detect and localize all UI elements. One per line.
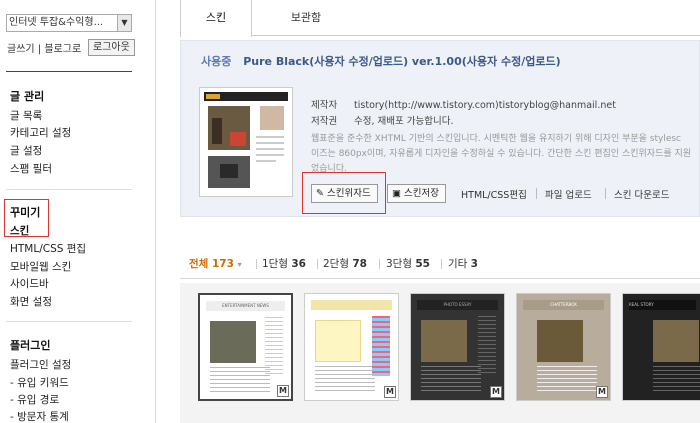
- sidebar-item-inflow-path[interactable]: - 유입 경로: [10, 392, 59, 407]
- skin-gallery: ENTERTAINMENT NEWS M M PHOTO ESSAY M CHA…: [180, 283, 700, 423]
- maker-value: tistory(http://www.tistory.com)tistorybl…: [354, 100, 616, 111]
- skin-thumbnail[interactable]: PHOTO ESSAY M: [410, 293, 505, 401]
- filter-etc[interactable]: 기타 3: [448, 256, 478, 271]
- mobile-badge-icon: M: [596, 386, 608, 398]
- divider: [536, 188, 537, 199]
- write-link[interactable]: 글쓰기: [7, 44, 35, 55]
- blog-select-value: 인터넷 투잡&수익형...: [9, 17, 104, 28]
- copyright-info: 저작권 수정, 재배포 가능합니다.: [311, 113, 454, 127]
- tab-bar: 스킨 보관함: [180, 0, 700, 37]
- sidebar-item-skin[interactable]: 스킨: [10, 223, 29, 238]
- divider: [6, 71, 132, 72]
- section-title-plugin: 플러그인: [10, 339, 51, 352]
- divider: [379, 259, 380, 269]
- maker-label: 제작자: [311, 100, 338, 111]
- status-badge: 사용중: [201, 55, 232, 68]
- mobile-badge-icon: M: [384, 386, 396, 398]
- divider: [180, 278, 700, 279]
- tab-skin[interactable]: 스킨: [180, 0, 252, 37]
- sidebar-item-post-list[interactable]: 글 목록: [10, 108, 42, 123]
- blog-select[interactable]: 인터넷 투잡&수익형... ▼: [6, 14, 132, 32]
- sidebar-item-spam-filter[interactable]: 스팸 필터: [10, 161, 52, 176]
- sidebar-item-plugin-settings[interactable]: 플러그인 설정: [10, 357, 71, 372]
- file-upload-link[interactable]: 파일 업로드: [545, 187, 592, 201]
- skin-name: Pure Black(사용자 수정/업로드) ver.1.00(사용자 수정/업…: [243, 55, 561, 68]
- sidebar-item-mobile-skin[interactable]: 모바일웹 스킨: [10, 259, 71, 274]
- filter-2col[interactable]: 2단형 78: [323, 256, 367, 271]
- floppy-disk-icon: ▣: [392, 188, 401, 199]
- filter-3col[interactable]: 3단형 55: [386, 256, 430, 271]
- sidebar: 인터넷 투잡&수익형... ▼ 글쓰기 | 블로그로 로그아웃 글 관리 글 목…: [0, 0, 156, 423]
- sidebar-item-inflow-keyword[interactable]: - 유입 키워드: [10, 375, 69, 390]
- divider: [6, 189, 132, 190]
- skin-thumbnail[interactable]: REAL STORY: [622, 293, 700, 401]
- sidebar-item-sidebar[interactable]: 사이드바: [10, 276, 49, 291]
- sidebar-item-html-css[interactable]: HTML/CSS 편집: [10, 241, 86, 256]
- blog-link[interactable]: 블로그로: [44, 44, 81, 55]
- sidebar-item-category[interactable]: 카테고리 설정: [10, 125, 71, 140]
- chevron-down-icon: ▾: [237, 260, 242, 269]
- skin-thumbnail[interactable]: CHATTERBOX M: [516, 293, 611, 401]
- skin-thumbnail[interactable]: ENTERTAINMENT NEWS M: [198, 293, 293, 401]
- current-skin-thumbnail: [199, 87, 293, 197]
- divider: [441, 259, 442, 269]
- maker-info: 제작자 tistory(http://www.tistory.com)tisto…: [311, 97, 616, 111]
- divider: [6, 321, 132, 322]
- html-css-edit-link[interactable]: HTML/CSS편집: [461, 187, 527, 201]
- copyright-value: 수정, 재배포 가능합니다.: [354, 116, 454, 127]
- sidebar-item-post-settings[interactable]: 글 설정: [10, 143, 42, 158]
- section-title-decorate: 꾸미기: [10, 206, 41, 219]
- skin-save-button[interactable]: ▣ 스킨저장: [387, 184, 446, 203]
- sidebar-item-visitor-stats[interactable]: - 방문자 통계: [10, 409, 69, 423]
- current-skin-panel: 사용중 Pure Black(사용자 수정/업로드) ver.1.00(사용자 …: [180, 40, 700, 217]
- skin-thumbnail[interactable]: M: [304, 293, 399, 401]
- mobile-badge-icon: M: [277, 385, 289, 397]
- skin-wizard-button[interactable]: ✎ 스킨위자드: [311, 184, 378, 203]
- divider: [256, 259, 257, 269]
- tab-storage[interactable]: 보관함: [276, 0, 336, 36]
- skin-download-link[interactable]: 스킨 다운로드: [614, 187, 669, 201]
- filter-1col[interactable]: 1단형 36: [262, 256, 306, 271]
- skin-filter-bar: 전체 173 ▾ 1단형 36 2단형 78 3단형 55 기타 3: [180, 256, 700, 276]
- filter-all[interactable]: 전체 173 ▾: [189, 256, 242, 271]
- pencil-icon: ✎: [316, 188, 324, 199]
- section-title-post: 글 관리: [10, 90, 45, 103]
- current-skin-title: 사용중 Pure Black(사용자 수정/업로드) ver.1.00(사용자 …: [201, 53, 561, 69]
- divider: [605, 188, 606, 199]
- mobile-badge-icon: M: [490, 386, 502, 398]
- chevron-down-icon[interactable]: ▼: [117, 15, 131, 31]
- divider: [317, 259, 318, 269]
- copyright-label: 저작권: [311, 116, 338, 127]
- top-links: 글쓰기 | 블로그로: [7, 44, 82, 55]
- sidebar-item-screen-settings[interactable]: 화면 설정: [10, 294, 52, 309]
- logout-button[interactable]: 로그아웃: [88, 39, 135, 56]
